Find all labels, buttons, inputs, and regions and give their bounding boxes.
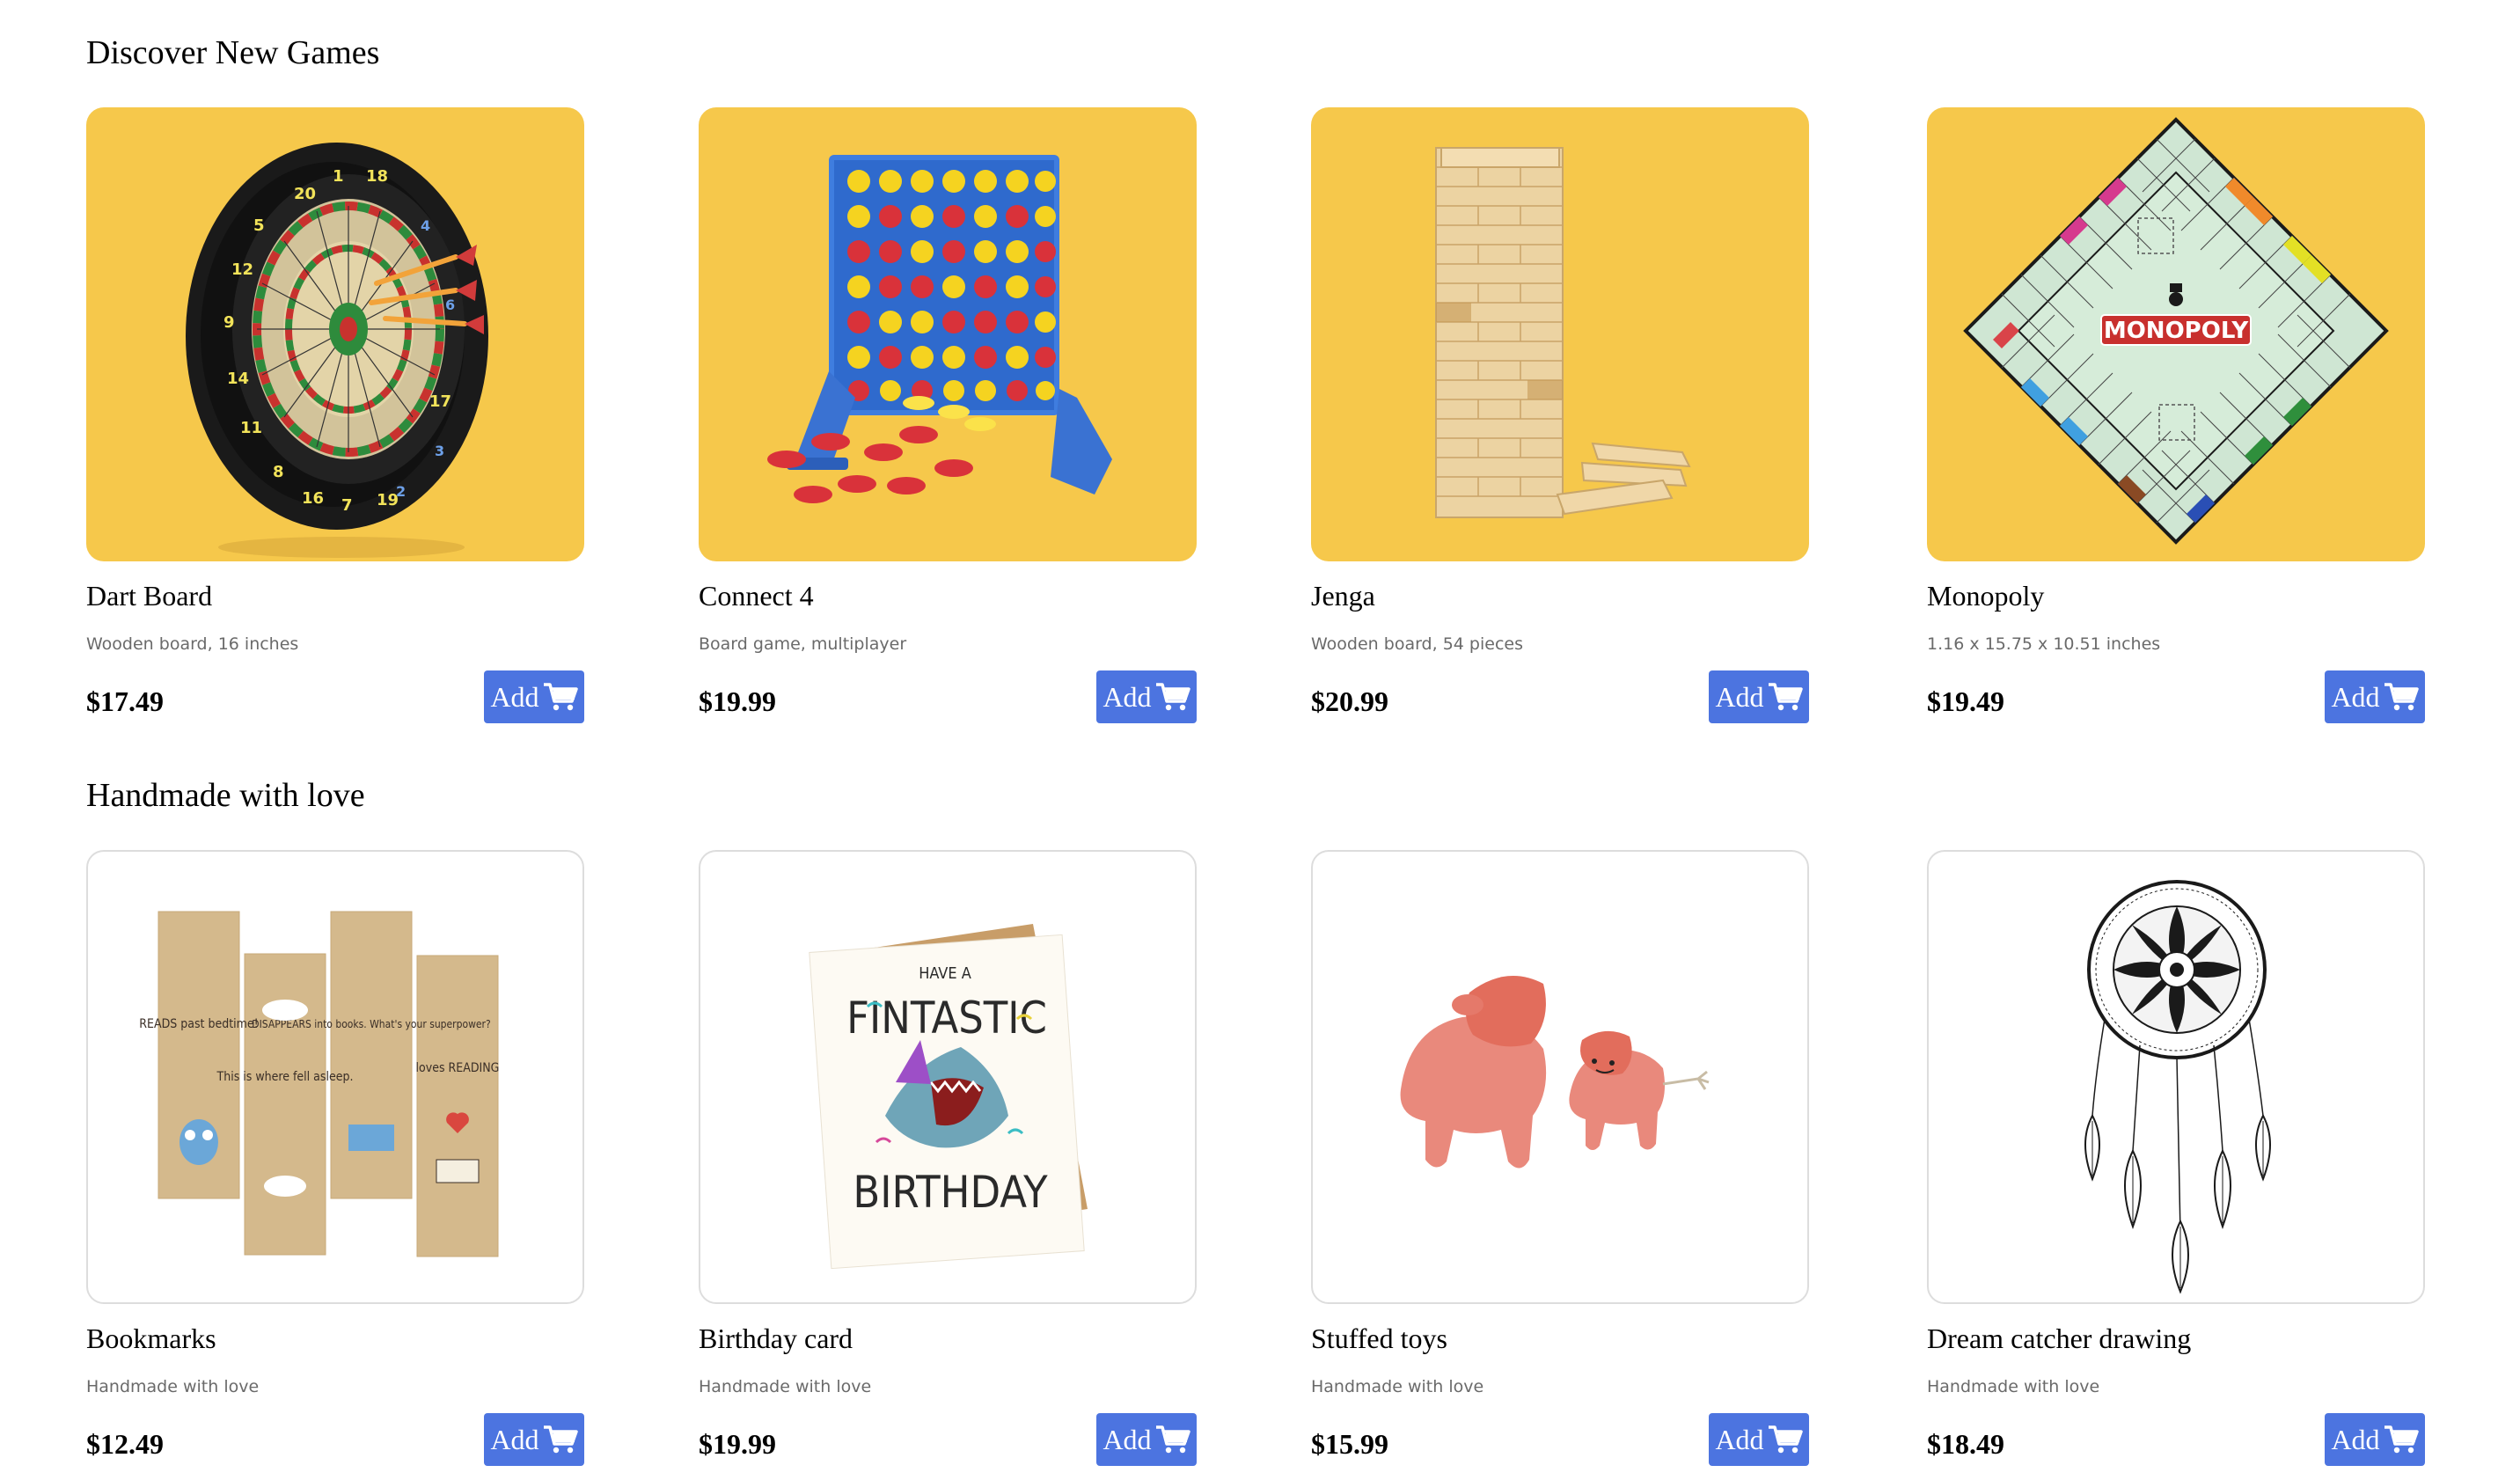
card-text-birthday: BIRTHDAY: [853, 1167, 1048, 1218]
monopoly-board-image[interactable]: MONOPOLY: [1927, 107, 2425, 561]
product-name: Dart Board: [86, 580, 213, 612]
product-name: Bookmarks: [86, 1322, 216, 1354]
add-button-label: Add: [1715, 681, 1764, 713]
cart-icon: [2384, 683, 2419, 711]
add-to-cart-button[interactable]: Add: [2325, 670, 2425, 723]
cart-icon: [1768, 1425, 1803, 1454]
bookmark-2-text: This is where fell asleep.: [216, 1070, 354, 1084]
svg-text:16: 16: [302, 489, 324, 508]
product-price: $15.99: [1311, 1428, 1388, 1460]
product-description: Handmade with love: [1311, 1377, 1484, 1396]
svg-text:6: 6: [445, 297, 455, 313]
add-to-cart-button[interactable]: Add: [1096, 1413, 1197, 1466]
cart-icon: [1155, 683, 1190, 711]
svg-text:5: 5: [253, 216, 265, 235]
product-name: Dream catcher drawing: [1927, 1322, 2192, 1354]
svg-text:14: 14: [227, 370, 249, 388]
add-button-label: Add: [490, 1424, 539, 1455]
add-button-label: Add: [1715, 1424, 1764, 1455]
product-name: Connect 4: [699, 580, 814, 612]
product-price: $19.99: [699, 1428, 776, 1460]
cart-icon: [543, 683, 578, 711]
svg-text:3: 3: [435, 443, 444, 459]
product-price: $19.49: [1927, 685, 2004, 717]
dart-board-image[interactable]: 20 1 18 5 12 9 14 11 8 16 7 19 17 4632: [86, 107, 584, 561]
product-description: Wooden board, 54 pieces: [1311, 634, 1523, 654]
product-card-dream-catcher: Dream catcher drawing Handmade with love…: [1927, 850, 2425, 1480]
product-grid-games: 20 1 18 5 12 9 14 11 8 16 7 19 17 4632 D…: [86, 107, 2427, 741]
add-to-cart-button[interactable]: Add: [484, 670, 584, 723]
svg-text:11: 11: [240, 419, 262, 437]
bookmark-4-text: loves READING: [416, 1061, 500, 1075]
monopoly-logo-text: MONOPOLY: [2104, 318, 2250, 344]
product-price: $20.99: [1311, 685, 1388, 717]
product-description: Handmade with love: [86, 1377, 260, 1396]
product-name: Birthday card: [699, 1322, 853, 1354]
add-button-label: Add: [2331, 1424, 2380, 1455]
connect-4-image[interactable]: [699, 107, 1197, 561]
product-name: Stuffed toys: [1311, 1322, 1447, 1354]
add-button-label: Add: [2331, 681, 2380, 713]
add-button-label: Add: [1102, 681, 1152, 713]
svg-text:8: 8: [273, 463, 284, 481]
cart-icon: [2384, 1425, 2419, 1454]
add-to-cart-button[interactable]: Add: [1709, 670, 1809, 723]
product-price: $19.99: [699, 685, 776, 717]
svg-text:20: 20: [294, 185, 316, 203]
product-card-jenga: Jenga Wooden board, 54 pieces $20.99 Add: [1311, 107, 1809, 741]
cart-icon: [543, 1425, 578, 1454]
product-card-monopoly: MONOPOLY Monopoly 1.16 x 15.75 x 10.51 i…: [1927, 107, 2425, 741]
dream-catcher-image[interactable]: [1927, 850, 2425, 1304]
svg-text:12: 12: [231, 260, 253, 279]
svg-text:2: 2: [396, 483, 406, 500]
card-text-have-a: HAVE A: [919, 964, 971, 983]
product-card-birthday-card: HAVE A FINTASTIC BIRTHDAY Birthday card …: [699, 850, 1197, 1480]
product-card-stuffed-toys: Stuffed toys Handmade with love $15.99 A…: [1311, 850, 1809, 1480]
bookmarks-image[interactable]: READS past bedtime! This is where fell a…: [86, 850, 584, 1304]
product-name: Monopoly: [1927, 580, 2045, 612]
product-price: $12.49: [86, 1428, 164, 1460]
product-description: Handmade with love: [1927, 1377, 2100, 1396]
add-to-cart-button[interactable]: Add: [2325, 1413, 2425, 1466]
svg-text:18: 18: [366, 167, 388, 186]
jenga-image[interactable]: [1311, 107, 1809, 561]
section-title-games: Discover New Games: [86, 34, 380, 71]
svg-text:4: 4: [421, 217, 430, 234]
add-to-cart-button[interactable]: Add: [484, 1413, 584, 1466]
svg-text:17: 17: [429, 392, 451, 411]
add-to-cart-button[interactable]: Add: [1096, 670, 1197, 723]
product-card-dart-board: 20 1 18 5 12 9 14 11 8 16 7 19 17 4632 D…: [86, 107, 584, 741]
svg-text:7: 7: [341, 496, 353, 515]
add-to-cart-button[interactable]: Add: [1709, 1413, 1809, 1466]
product-price: $17.49: [86, 685, 164, 717]
add-button-label: Add: [490, 681, 539, 713]
product-name: Jenga: [1311, 580, 1375, 612]
product-card-bookmarks: READS past bedtime! This is where fell a…: [86, 850, 584, 1480]
product-grid-handmade: READS past bedtime! This is where fell a…: [86, 850, 2427, 1480]
product-description: Board game, multiplayer: [699, 634, 907, 654]
product-card-connect-4: Connect 4 Board game, multiplayer $19.99…: [699, 107, 1197, 741]
section-title-handmade: Handmade with love: [86, 777, 365, 814]
product-price: $18.49: [1927, 1428, 2004, 1460]
product-catalog-page: Discover New Games 20 1 18 5 12 9 14 11 …: [0, 0, 2520, 1480]
product-description: Wooden board, 16 inches: [86, 634, 299, 654]
birthday-card-image[interactable]: HAVE A FINTASTIC BIRTHDAY: [699, 850, 1197, 1304]
cart-icon: [1768, 683, 1803, 711]
bookmark-1-text: READS past bedtime!: [139, 1017, 258, 1031]
add-button-label: Add: [1102, 1424, 1152, 1455]
product-description: 1.16 x 15.75 x 10.51 inches: [1927, 634, 2161, 654]
svg-text:1: 1: [333, 167, 344, 186]
cart-icon: [1155, 1425, 1190, 1454]
stuffed-toys-image[interactable]: [1311, 850, 1809, 1304]
svg-text:9: 9: [223, 313, 235, 332]
product-description: Handmade with love: [699, 1377, 872, 1396]
